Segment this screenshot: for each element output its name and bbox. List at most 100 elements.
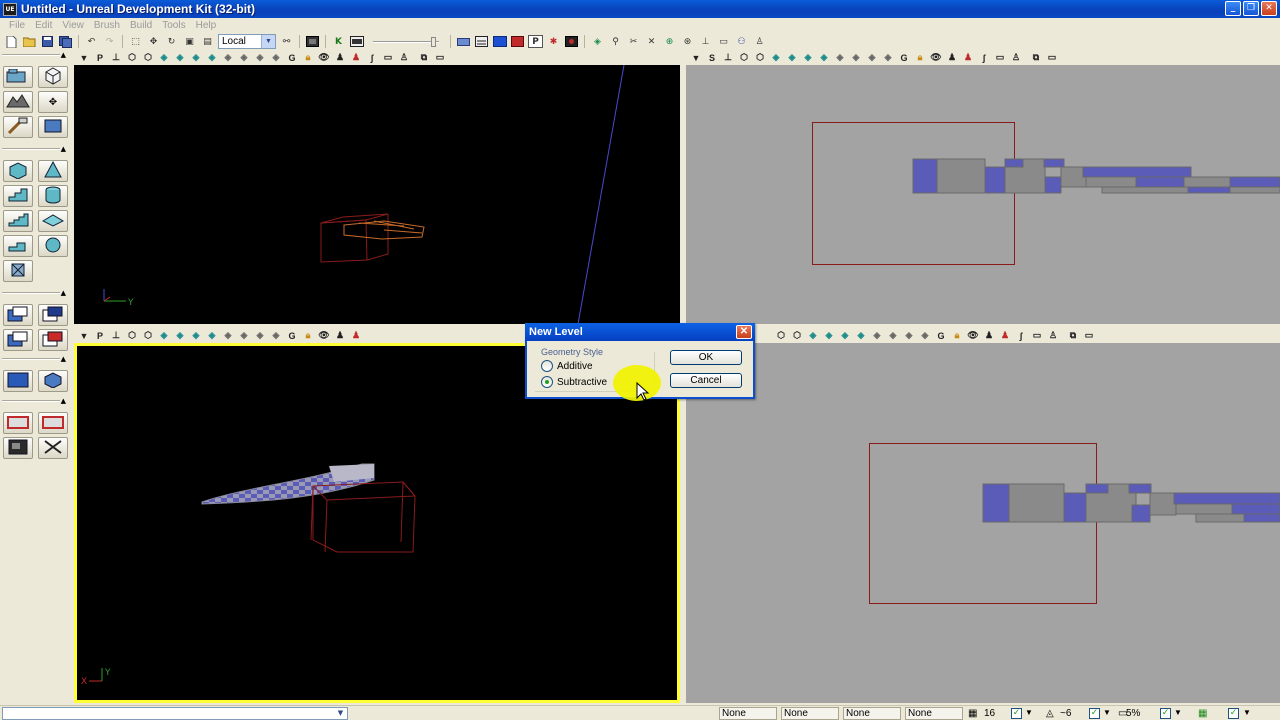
geometry-mode-button[interactable]	[38, 66, 68, 88]
matinee-icon[interactable]	[305, 35, 320, 48]
save-all-icon[interactable]	[58, 35, 73, 48]
chevron-down-icon[interactable]: ▼	[261, 35, 275, 48]
panel-collapse[interactable]: ▲	[2, 354, 70, 364]
rotation-snap-value[interactable]: ~6	[1060, 708, 1071, 719]
new-icon[interactable]	[4, 35, 19, 48]
mesh-paint-button[interactable]	[38, 116, 68, 138]
linear-stair-button[interactable]	[3, 210, 33, 232]
cylinder-brush-button[interactable]	[38, 185, 68, 207]
realtime-icon[interactable]: ⊥	[110, 52, 122, 63]
curved-stair-button[interactable]	[3, 185, 33, 207]
move-icon[interactable]: ✥	[38, 91, 68, 113]
maximize-viewport-icon[interactable]: ▭	[1083, 330, 1095, 341]
texture-density-icon[interactable]: ◈	[238, 52, 250, 63]
brush-wireframe-icon[interactable]: ⬡	[738, 52, 750, 63]
console-icon[interactable]	[564, 35, 579, 48]
chevron-down-icon[interactable]: ▼	[1025, 708, 1033, 717]
binoculars-icon[interactable]: ⚯	[279, 35, 294, 48]
chevron-down-icon[interactable]: ▼	[1103, 708, 1111, 717]
stream-icon[interactable]: ʃ	[366, 52, 378, 63]
mesh-tool-icon[interactable]: ⊕	[662, 35, 677, 48]
lighting-only-icon[interactable]: ◈	[206, 330, 218, 341]
eye-icon[interactable]: 👁︎	[930, 52, 942, 63]
restore-icon[interactable]: ⧉	[1030, 52, 1042, 63]
shader-complexity-icon[interactable]: ◈	[903, 330, 915, 341]
eye-icon[interactable]: 👁︎	[318, 330, 330, 341]
lit-icon[interactable]: ◈	[823, 330, 835, 341]
detail-lighting-icon[interactable]: ◈	[802, 52, 814, 63]
green-tool-icon[interactable]: ◈	[590, 35, 605, 48]
cross-icon[interactable]: ✕	[644, 35, 659, 48]
panel-collapse[interactable]: ▲	[2, 50, 70, 60]
player-start-icon[interactable]: ♙	[1047, 330, 1059, 341]
add-mover-button[interactable]	[38, 370, 68, 392]
translate-icon[interactable]: ✥	[146, 35, 161, 48]
spiral-stair-button[interactable]	[3, 235, 33, 257]
lighting-only-icon[interactable]: ◈	[206, 52, 218, 63]
light-complexity-icon[interactable]: ◈	[222, 330, 234, 341]
rotate-icon[interactable]: ↻	[164, 35, 179, 48]
cone-brush-button[interactable]	[38, 160, 68, 182]
menu-file[interactable]: File	[4, 20, 30, 31]
lighting-only-icon[interactable]: ◈	[818, 52, 830, 63]
lighting-only-icon[interactable]: ◈	[855, 330, 867, 341]
chevron-down-icon[interactable]: ▼	[690, 52, 702, 63]
additive-option[interactable]: Additive	[541, 360, 593, 372]
terrain-mode-button[interactable]	[3, 91, 33, 113]
detail-lighting-icon[interactable]: ◈	[190, 330, 202, 341]
play-on-pc-icon[interactable]: ✱	[546, 35, 561, 48]
restore-icon[interactable]: ⧉	[418, 52, 430, 63]
undo-icon[interactable]: ↶	[84, 35, 99, 48]
lock-icon[interactable]: 🔒︎	[302, 330, 314, 341]
unlit-icon[interactable]: ◈	[807, 330, 819, 341]
stamp-icon[interactable]: ⊥	[698, 35, 713, 48]
game-view-toggle[interactable]: G	[898, 52, 910, 63]
game-view-toggle[interactable]: G	[286, 52, 298, 63]
drag-grid-icon[interactable]: ▦	[1198, 708, 1207, 719]
texture-mode-button[interactable]	[3, 116, 33, 138]
rotation-snap-checkbox[interactable]: ✓	[1089, 708, 1100, 719]
player-start-icon[interactable]: ♙	[1010, 52, 1022, 63]
screen-icon[interactable]: ▭	[994, 52, 1006, 63]
nonuniform-scale-icon[interactable]: ▤	[200, 35, 215, 48]
shader-complexity-icon[interactable]: ◈	[254, 52, 266, 63]
group-tool-icon[interactable]: ⊛	[680, 35, 695, 48]
lock-icon[interactable]: 🔒︎	[302, 52, 314, 63]
menu-build[interactable]: Build	[125, 20, 157, 31]
lock-icon[interactable]: 🔒︎	[914, 52, 926, 63]
save-icon[interactable]	[40, 35, 55, 48]
cube-brush-button[interactable]	[3, 160, 33, 182]
screen-icon[interactable]: ▭	[1031, 330, 1043, 341]
cancel-button[interactable]: Cancel	[670, 373, 742, 388]
actor-icon[interactable]: ♟	[334, 52, 346, 63]
maximize-button[interactable]: ❐	[1243, 1, 1259, 16]
wireframe-icon[interactable]: ⬡	[142, 52, 154, 63]
actor-icon[interactable]: ♟	[946, 52, 958, 63]
build-geometry-icon[interactable]	[456, 35, 471, 48]
subtractive-option[interactable]: Subtractive	[541, 376, 607, 388]
chevron-down-icon[interactable]: ▼	[78, 52, 90, 63]
command-input[interactable]: ▼	[2, 707, 348, 720]
chevron-down-icon[interactable]: ▼	[334, 708, 347, 719]
autosave-checkbox[interactable]: ✓	[1228, 708, 1239, 719]
texture-density-icon[interactable]: ◈	[238, 330, 250, 341]
game-view-toggle[interactable]: G	[286, 330, 298, 341]
brush-wireframe-icon[interactable]: ⬡	[775, 330, 787, 341]
menu-view[interactable]: View	[57, 20, 89, 31]
scale-snap-value[interactable]: 5%	[1126, 708, 1140, 719]
users-icon[interactable]: ⚇	[734, 35, 749, 48]
unlit-icon[interactable]: ◈	[158, 330, 170, 341]
light-complexity-icon[interactable]: ◈	[222, 52, 234, 63]
camera-mode-button[interactable]	[3, 66, 33, 88]
coordinate-system-select[interactable]: Local ▼	[218, 34, 276, 49]
realtime-icon[interactable]: ⊥	[110, 330, 122, 341]
menu-help[interactable]: Help	[191, 20, 222, 31]
scissors-icon[interactable]: ✂	[626, 35, 641, 48]
actor-icon[interactable]: ♟	[334, 330, 346, 341]
restore-icon[interactable]: ⧉	[1067, 330, 1079, 341]
kismet-icon[interactable]: K	[331, 35, 346, 48]
wireframe-icon[interactable]: ⬡	[791, 330, 803, 341]
csg-add-button[interactable]	[3, 304, 33, 326]
shader-complexity-icon[interactable]: ◈	[254, 330, 266, 341]
csg-subtract-button[interactable]	[38, 304, 68, 326]
